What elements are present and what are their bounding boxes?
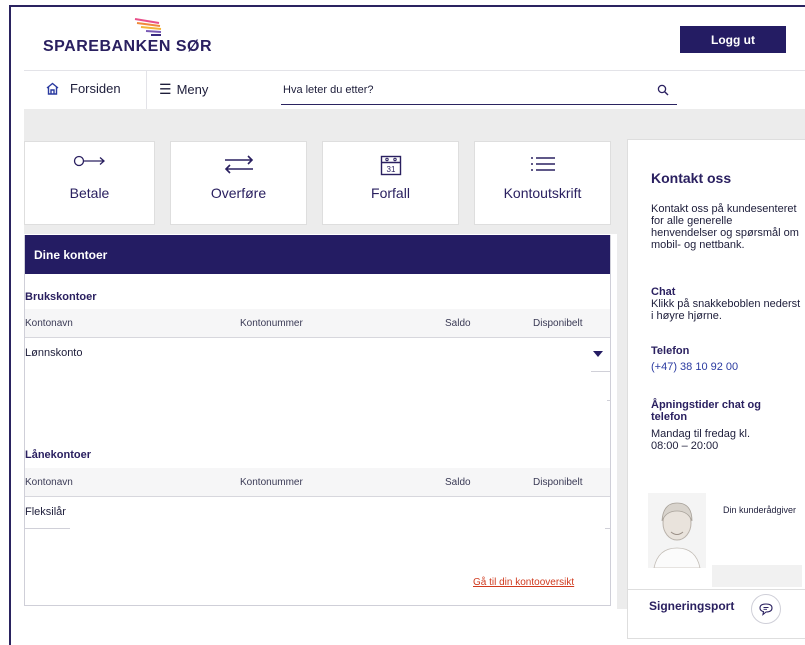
account-row-name[interactable]: Lønnskonto [25,347,82,359]
advisor-placeholder [712,565,802,587]
calendar-icon: 31 [380,155,401,176]
chat-title: Chat [651,286,676,298]
person-photo-icon [648,493,706,569]
chat-text: Klikk på snakkeboblen nederst i høyre hj… [651,298,801,322]
signing-portal-link[interactable]: Signeringsport [649,599,734,613]
checking-title: Brukskontoer [25,291,97,303]
calendar-day: 31 [386,165,395,174]
chat-icon [759,603,773,616]
col-available: Disponibelt [533,318,583,329]
list-icon [530,157,555,171]
menu-label: Meny [176,82,209,97]
transfer-arrows-icon [224,155,253,174]
arrow-right-circle-icon [73,155,105,167]
accounts-panel: Dine kontoer Brukskontoer Kontonavn Kont… [24,235,611,606]
tile-pay-label: Betale [69,185,110,201]
nav-divider [146,71,147,110]
nav-home-label: Forsiden [70,81,121,96]
col-name: Kontonavn [25,318,73,329]
row-divider [591,371,611,372]
accounts-title: Dine kontoer [34,247,108,262]
hours-title: Åpningstider chat og telefon [651,399,761,423]
loans-column-headers: Kontonavn Kontonummer Saldo Disponibelt [25,468,610,497]
contact-title: Kontakt oss [651,170,732,186]
contact-intro: Kontakt oss på kundesenteret for alle ge… [651,203,799,251]
account-overview-link[interactable]: Gå til din kontooversikt [473,577,574,588]
tile-statement-label: Kontoutskrift [503,185,582,201]
row-divider [605,528,611,529]
row-divider [25,528,70,529]
tile-due-label: Forfall [371,185,410,201]
tile-transfer[interactable]: Overføre [170,141,307,225]
advisor-label: Din kunderådgiver [723,505,797,515]
col-number: Kontonummer [240,477,303,488]
hours-text: Mandag til fredag kl. 08:00 – 20:00 [651,428,751,452]
chat-bubble-button[interactable] [751,594,781,624]
checking-column-headers: Kontonavn Kontonummer Saldo Disponibelt [25,309,610,338]
hamburger-icon: ☰ [159,81,172,97]
col-number: Kontonummer [240,318,303,329]
home-icon [46,82,59,95]
search-box [281,75,677,105]
fan-stripes-icon [134,18,162,36]
main-nav: Forsiden ☰ Meny [24,70,805,110]
brand-name[interactable]: SPAREBANKEN SØR [43,38,212,56]
logout-button[interactable]: Logg ut [680,26,786,53]
loan-row-name[interactable]: Fleksilår [25,506,66,518]
search-input[interactable] [281,75,623,96]
col-name: Kontonavn [25,477,73,488]
row-divider [607,400,611,401]
col-available: Disponibelt [533,477,583,488]
phone-title: Telefon [651,345,690,357]
tile-due[interactable]: 31 Forfall [322,141,459,225]
tile-pay[interactable]: Betale [24,141,155,225]
tile-transfer-label: Overføre [210,185,267,201]
contact-panel: Kontakt oss Kontakt oss på kundesenteret… [627,139,805,639]
col-balance: Saldo [445,318,471,329]
nav-home-link[interactable]: Forsiden [46,81,121,96]
col-balance: Saldo [445,477,471,488]
tile-statement[interactable]: Kontoutskrift [474,141,611,225]
contact-divider [628,589,805,590]
phone-link[interactable]: (+47) 38 10 92 00 [651,361,738,373]
advisor-avatar [648,493,706,569]
loans-title: Lånekontoer [25,449,92,461]
accounts-header: Dine kontoer [25,235,610,274]
search-icon[interactable] [657,84,669,96]
sidebar-gutter [617,139,627,609]
menu-button[interactable]: ☰ Meny [159,81,208,98]
chevron-down-icon[interactable] [593,351,603,357]
gray-band [24,109,805,139]
